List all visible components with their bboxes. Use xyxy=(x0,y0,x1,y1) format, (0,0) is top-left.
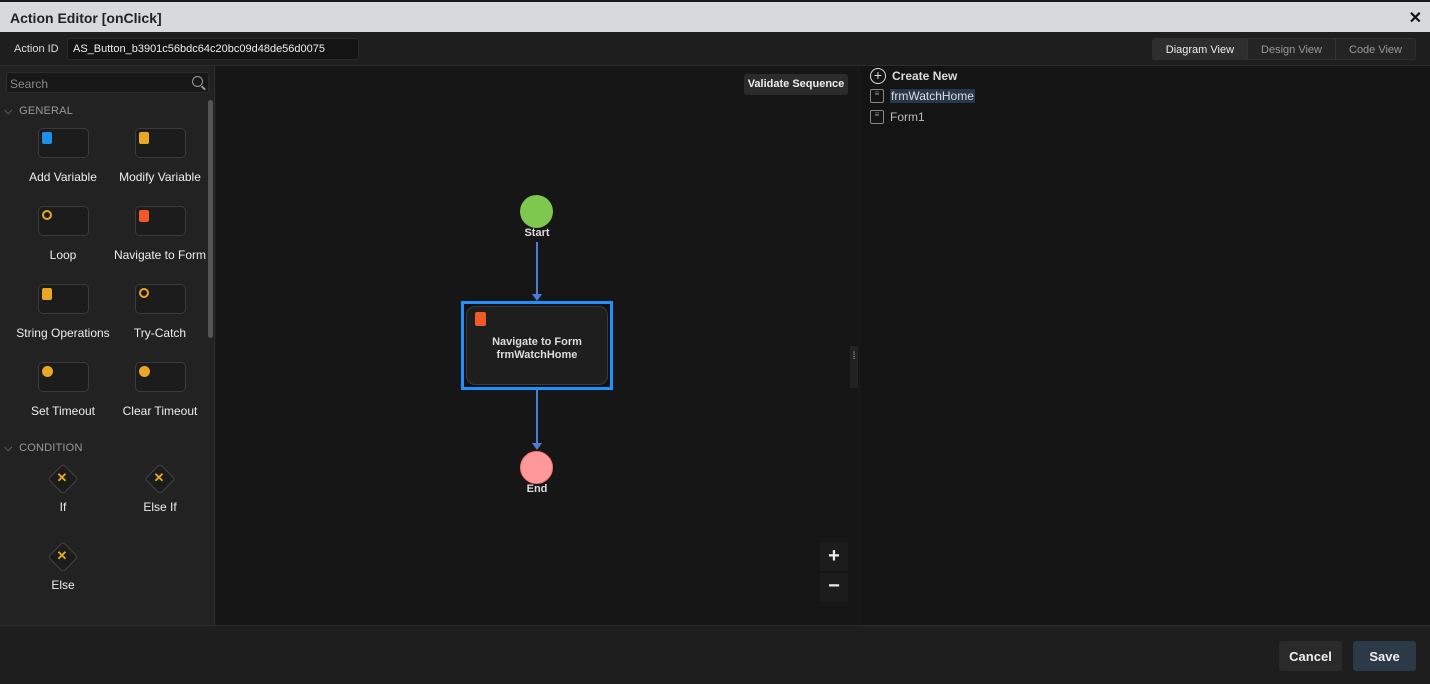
start-node[interactable] xyxy=(520,195,553,228)
tile-label: Else xyxy=(51,578,75,592)
tile-label: Set Timeout xyxy=(30,404,96,418)
palette-navigate-to-form[interactable]: Navigate to Form xyxy=(111,206,209,262)
zoom-in-button[interactable]: + xyxy=(820,543,848,571)
tile-label: String Operations xyxy=(16,326,110,340)
start-label: Start xyxy=(524,227,550,239)
form-file-icon xyxy=(475,312,486,326)
node-target: frmWatchHome xyxy=(496,349,578,361)
connector xyxy=(536,242,538,294)
string-file-icon xyxy=(41,288,52,300)
tile-label: Else If xyxy=(143,500,177,514)
loop-icon xyxy=(41,210,52,220)
arrow-icon xyxy=(532,294,542,301)
window-title: Action Editor [onClick] xyxy=(10,10,162,26)
palette-string-operations[interactable]: String Operations xyxy=(14,284,112,340)
palette-else-if[interactable]: ✕ Else If xyxy=(111,463,209,514)
palette-try-catch[interactable]: Try-Catch xyxy=(111,284,209,340)
list-icon: ≡ xyxy=(870,89,884,103)
form-item[interactable]: ≡ frmWatchHome xyxy=(870,89,975,103)
palette-if[interactable]: ✕ If xyxy=(14,463,112,514)
tab-diagram-view[interactable]: Diagram View xyxy=(1152,39,1248,59)
tab-design-view[interactable]: Design View xyxy=(1247,39,1335,59)
search-placeholder: Search xyxy=(10,77,49,91)
tile-label: Try-Catch xyxy=(133,326,187,340)
condition-icon: ✕ xyxy=(56,469,68,485)
zoom-out-button[interactable]: − xyxy=(820,573,848,601)
sidebar-scrollbar[interactable] xyxy=(208,100,213,338)
cancel-button[interactable]: Cancel xyxy=(1279,641,1342,671)
timer-icon xyxy=(41,366,53,377)
arrow-icon xyxy=(532,443,542,450)
forms-panel: + Create New ≡ frmWatchHome ≡ Form1 xyxy=(860,66,1430,625)
palette-clear-timeout[interactable]: Clear Timeout xyxy=(111,362,209,418)
validate-sequence-button[interactable]: Validate Sequence xyxy=(744,74,848,95)
create-new-label: Create New xyxy=(892,69,958,83)
tile-label: If xyxy=(59,500,67,514)
action-id-input[interactable]: AS_Button_b3901c56bdc64c20bc09d48de56d00… xyxy=(67,38,359,60)
plus-circle-icon: + xyxy=(870,68,886,84)
folder-plus-icon xyxy=(41,132,52,144)
tab-code-view[interactable]: Code View xyxy=(1335,39,1415,59)
action-id-label: Action ID xyxy=(14,43,59,55)
end-label: End xyxy=(526,483,548,495)
timer-icon xyxy=(138,366,150,377)
palette-add-variable[interactable]: Add Variable xyxy=(14,128,112,184)
tile-label: Clear Timeout xyxy=(122,404,198,418)
tile-label: Add Variable xyxy=(29,170,97,184)
close-icon[interactable]: ✕ xyxy=(1409,8,1422,28)
section-title: CONDITION xyxy=(19,442,83,454)
palette-modify-variable[interactable]: Modify Variable xyxy=(111,128,209,184)
tile-label: Modify Variable xyxy=(119,170,201,184)
form-label: frmWatchHome xyxy=(890,89,975,103)
resize-handle[interactable]: ⁞ xyxy=(850,346,858,388)
navigate-to-form-node[interactable]: Navigate to Form frmWatchHome xyxy=(461,301,613,390)
tile-label: Loop xyxy=(49,248,77,262)
tile-label: Navigate to Form xyxy=(113,248,207,262)
form-item[interactable]: ≡ Form1 xyxy=(870,110,925,124)
form-label: Form1 xyxy=(890,110,925,124)
node-title: Navigate to Form xyxy=(492,336,582,348)
save-button[interactable]: Save xyxy=(1353,641,1416,671)
section-condition[interactable]: ⌵ CONDITION xyxy=(4,442,83,455)
view-switcher: Diagram View Design View Code View xyxy=(1151,38,1416,60)
section-title: GENERAL xyxy=(19,105,74,117)
list-icon: ≡ xyxy=(870,110,884,124)
condition-icon: ✕ xyxy=(153,469,165,485)
palette-else[interactable]: ✕ Else xyxy=(14,541,112,592)
condition-icon: ✕ xyxy=(56,547,68,563)
form-file-icon xyxy=(138,210,149,222)
palette-sidebar: Search ⌵ GENERAL Add Variable Modify Var… xyxy=(0,66,215,625)
search-icon[interactable] xyxy=(192,76,203,87)
footer: Cancel Save xyxy=(0,625,1430,684)
end-node[interactable] xyxy=(520,451,553,484)
try-catch-icon xyxy=(138,288,149,298)
title-bar: Action Editor [onClick] ✕ xyxy=(0,2,1430,32)
connector xyxy=(536,390,538,444)
search-input[interactable]: Search xyxy=(6,72,209,93)
create-new-button[interactable]: + Create New xyxy=(870,68,957,84)
palette-set-timeout[interactable]: Set Timeout xyxy=(14,362,112,418)
section-general[interactable]: ⌵ GENERAL xyxy=(4,105,73,118)
action-header: Action ID AS_Button_b3901c56bdc64c20bc09… xyxy=(0,32,1430,66)
palette-loop[interactable]: Loop xyxy=(14,206,112,262)
diagram-canvas[interactable]: Validate Sequence Start Navigate to Form… xyxy=(216,66,859,625)
variable-file-icon xyxy=(138,132,149,144)
